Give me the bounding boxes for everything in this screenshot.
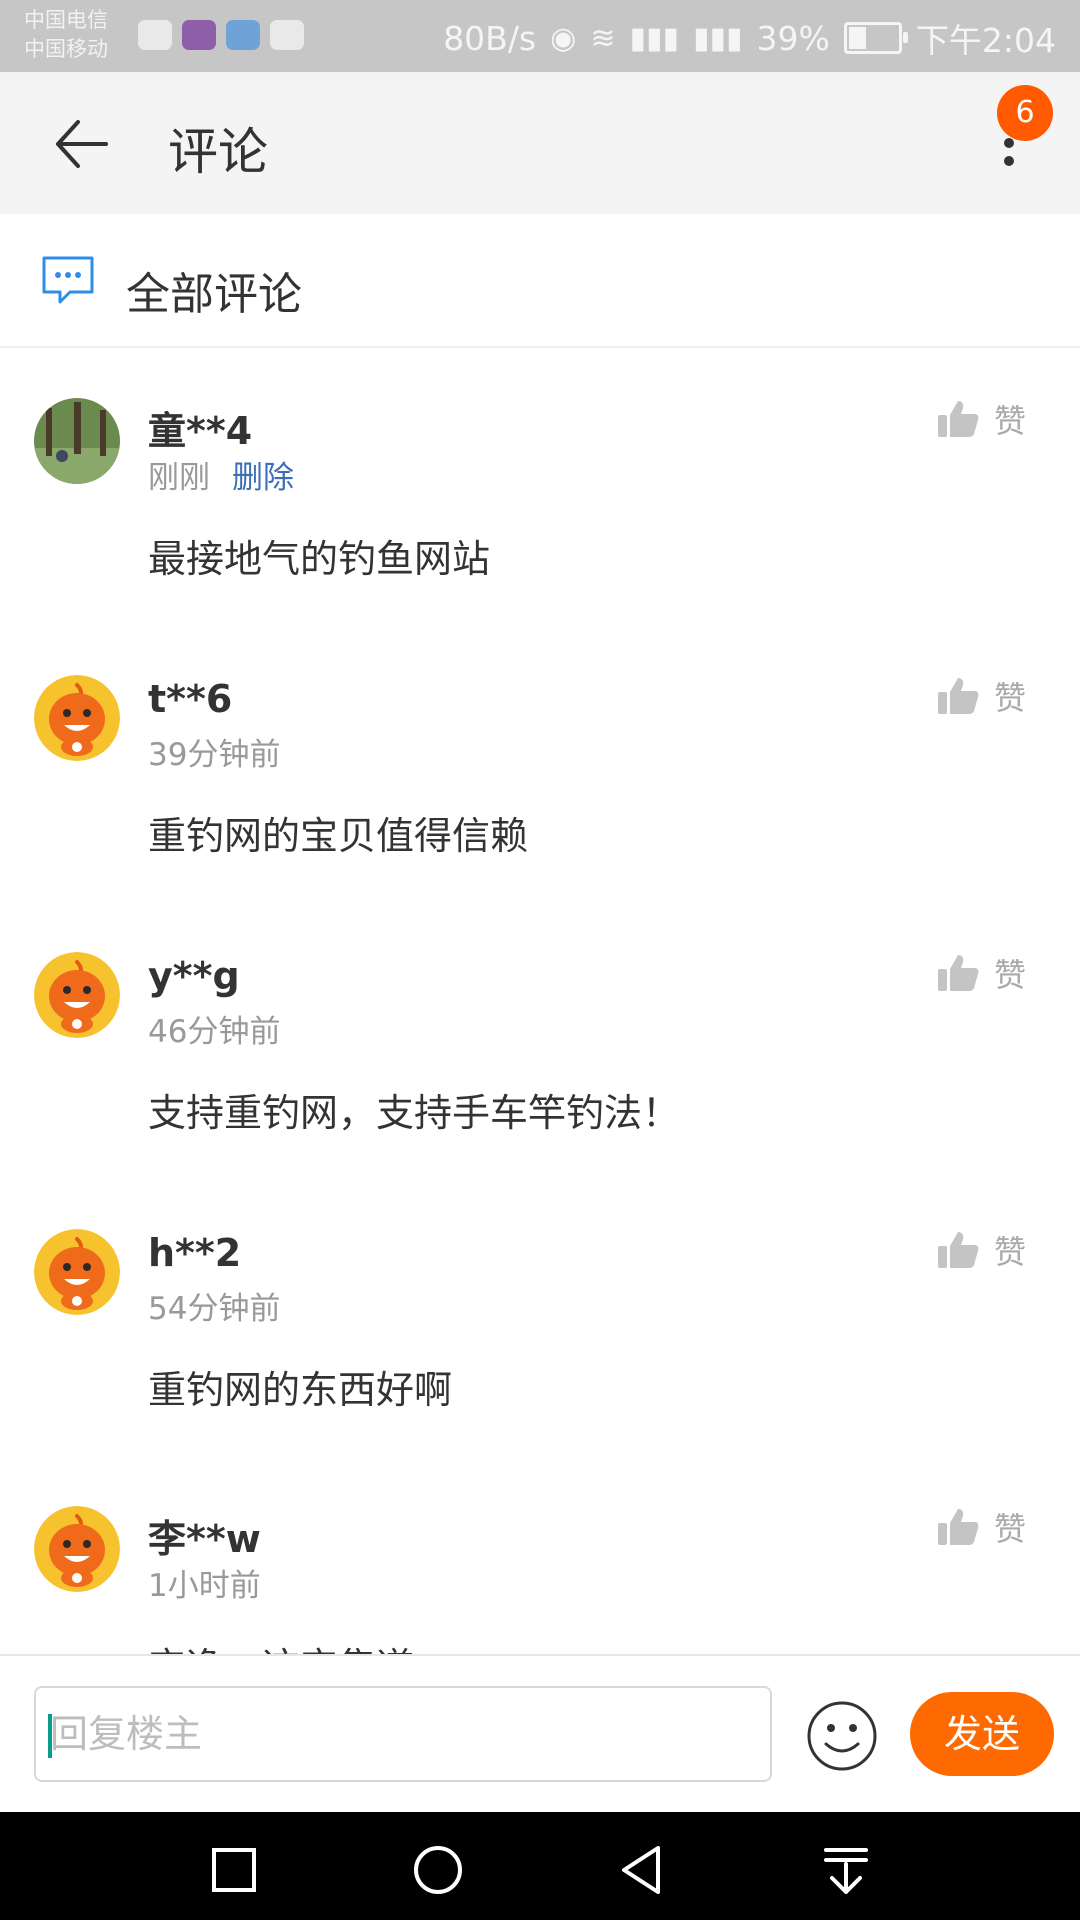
square-nav-icon: [212, 1848, 256, 1892]
comment-item: t**6 39分钟前 重钓网的宝贝值得信赖 赞: [0, 623, 1080, 893]
more-vertical-icon: [1004, 138, 1014, 148]
user-avatar[interactable]: [34, 952, 120, 1038]
video-app-icon: [182, 20, 216, 50]
status-bar: 中国电信 中国移动 80B/s ◉ ≋ ▮▮▮ ▮▮▮ 39% 下午2:04: [0, 0, 1080, 72]
eye-icon: ◉: [550, 20, 577, 56]
signal-4g-icon: ▮▮▮: [629, 20, 679, 56]
wifi-icon: ≋: [590, 20, 616, 56]
triangle-back-nav-icon: [622, 1846, 660, 1894]
like-button[interactable]: 赞: [936, 673, 1026, 719]
like-button[interactable]: 赞: [936, 950, 1026, 996]
message-app-icon: [270, 20, 304, 50]
carrier-labels: 中国电信 中国移动: [24, 6, 108, 64]
like-label: 赞: [994, 402, 1027, 440]
comment-meta: 54分钟前: [148, 1283, 280, 1328]
user-avatar[interactable]: [34, 675, 120, 761]
notification-badge: 6: [997, 85, 1053, 141]
comment-item: 李**w 1小时前 宝逸，这宝集道 赞: [0, 1454, 1080, 1654]
like-label: 赞: [994, 1233, 1027, 1271]
section-title: 全部评论: [126, 269, 302, 320]
comment-text: 最接地气的钓鱼网站: [148, 537, 491, 581]
like-button[interactable]: 赞: [936, 396, 1026, 442]
thumbs-up-icon: [938, 1232, 979, 1268]
net-speed: 80B/s: [443, 18, 537, 58]
clock: 下午2:04: [915, 21, 1056, 60]
text-caret: [48, 1714, 52, 1758]
photo-avatar-icon: [34, 398, 120, 484]
comment-bubble-icon: [42, 256, 94, 304]
back-button[interactable]: [52, 116, 112, 172]
thumbs-up-icon: [938, 678, 979, 714]
system-nav-bar: [0, 1812, 1080, 1920]
like-button[interactable]: 赞: [936, 1504, 1026, 1550]
thumbs-up-icon: [938, 401, 979, 437]
mascot-avatar-icon: [34, 952, 120, 1038]
back-nav-button[interactable]: [612, 1840, 672, 1900]
comment-item: y**g 46分钟前 支持重钓网，支持手车竿钓法！ 赞: [0, 900, 1080, 1170]
notification-icons: [138, 20, 304, 50]
like-label: 赞: [994, 1510, 1027, 1548]
comment-time: 54分钟前: [148, 1291, 281, 1327]
user-avatar[interactable]: [34, 1506, 120, 1592]
recents-button[interactable]: [204, 1840, 264, 1900]
comment-text: 重钓网的东西好啊: [148, 1368, 453, 1412]
battery-icon: [843, 22, 908, 54]
comment-meta: 39分钟前: [148, 729, 280, 774]
top-app-bar: 评论: [0, 72, 1080, 214]
circle-nav-icon: [414, 1846, 462, 1894]
user-avatar[interactable]: [34, 398, 120, 484]
like-label: 赞: [994, 679, 1027, 717]
comment-username: 童**4: [148, 409, 253, 453]
mascot-avatar-icon: [34, 1506, 120, 1592]
like-label: 赞: [994, 956, 1027, 994]
send-button[interactable]: 发送: [910, 1692, 1054, 1776]
comment-meta: 刚刚 删除: [148, 452, 294, 497]
comment-text: 支持重钓网，支持手车竿钓法！: [148, 1091, 681, 1135]
carrier-2: 中国移动: [24, 37, 108, 61]
comment-time: 1小时前: [148, 1568, 261, 1604]
comment-time: 46分钟前: [148, 1014, 281, 1050]
wechat-icon: [138, 20, 172, 50]
comment-item: h**2 54分钟前 重钓网的东西好啊 赞: [0, 1177, 1080, 1447]
carrier-1: 中国电信: [24, 8, 108, 32]
comment-meta: 46分钟前: [148, 1006, 280, 1051]
status-right: 80B/s ◉ ≋ ▮▮▮ ▮▮▮ 39% 下午2:04: [443, 14, 1056, 62]
thumbs-up-icon: [938, 1509, 979, 1545]
signal-2g-icon: ▮▮▮: [693, 20, 743, 56]
more-vertical-icon-dot: [1004, 156, 1014, 166]
comment-username: h**2: [148, 1231, 242, 1275]
comment-text: 宝逸，这宝集道: [148, 1636, 414, 1654]
comment-username: 李**w: [148, 1517, 261, 1561]
pull-down-nav-icon: [824, 1848, 868, 1894]
comment-item: 童**4 刚刚 删除 最接地气的钓鱼网站 赞: [0, 346, 1080, 616]
comment-username: y**g: [148, 954, 240, 998]
reply-input[interactable]: [34, 1686, 772, 1782]
mascot-avatar-icon: [34, 675, 120, 761]
comment-time: 刚刚: [148, 460, 210, 496]
smiley-icon: [807, 1701, 877, 1771]
reply-bar: 发送: [0, 1654, 1080, 1814]
delete-comment-link[interactable]: 删除: [232, 460, 294, 496]
like-button[interactable]: 赞: [936, 1227, 1026, 1273]
page-title: 评论: [168, 123, 268, 181]
comments-section-header: 全部评论: [0, 214, 1080, 348]
comment-username: t**6: [148, 677, 233, 721]
mascot-avatar-icon: [34, 1229, 120, 1315]
thumbs-up-icon: [938, 955, 979, 991]
notification-pull-button[interactable]: [816, 1840, 876, 1900]
map-app-icon: [226, 20, 260, 50]
comment-text: 重钓网的宝贝值得信赖: [148, 814, 529, 858]
comment-time: 39分钟前: [148, 737, 281, 773]
emoji-button[interactable]: [806, 1700, 878, 1772]
user-avatar[interactable]: [34, 1229, 120, 1315]
back-arrow-icon: [56, 120, 108, 168]
battery-level: 39%: [756, 18, 830, 58]
comment-meta: 1小时前: [148, 1560, 261, 1605]
home-button[interactable]: [408, 1840, 468, 1900]
